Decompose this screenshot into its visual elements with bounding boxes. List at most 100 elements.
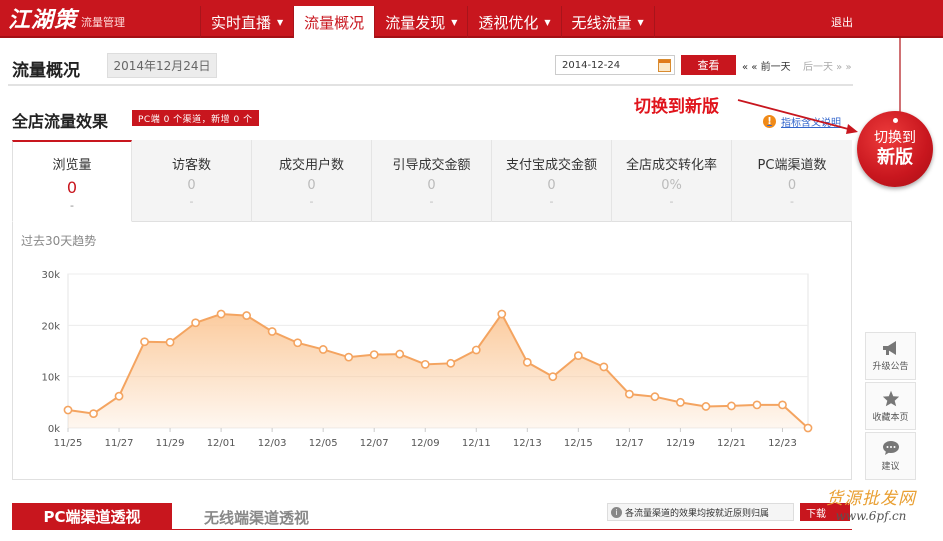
- nav-item-overview[interactable]: 流量概况: [294, 6, 376, 38]
- data-point: [803, 423, 813, 433]
- attribution-notice: i 各流量渠道的效果均按就近原则归属: [607, 503, 794, 521]
- data-point: [548, 372, 558, 382]
- logo-text: 江湖策: [8, 7, 78, 33]
- nav-item-discovery[interactable]: 流量发现 ▼: [375, 6, 469, 38]
- nav-item-realtime[interactable]: 实时直播 ▼: [200, 6, 295, 38]
- star-icon: [882, 390, 899, 406]
- data-point: [497, 309, 507, 319]
- x-tick-label: 11/29: [156, 438, 185, 449]
- tab-delta: -: [669, 195, 674, 208]
- nav-label: 流量发现: [385, 13, 446, 32]
- data-point: [752, 400, 762, 410]
- side-tools: 升级公告 收藏本页 建议: [865, 332, 916, 482]
- tab-pc-channel-view[interactable]: PC端渠道透视: [12, 503, 172, 529]
- data-point: [114, 391, 124, 401]
- tab-buyers[interactable]: 成交用户数 0 -: [252, 140, 372, 222]
- data-point: [573, 351, 583, 361]
- chevron-down-icon: ▼: [277, 17, 284, 27]
- data-point: [471, 345, 481, 355]
- tab-value: 0: [547, 178, 556, 193]
- tab-label: PC端渠道数: [757, 158, 827, 173]
- switch-version-callout: 切换到新版: [634, 97, 719, 117]
- tab-conversion-rate[interactable]: 全店成交转化率 0% -: [612, 140, 732, 222]
- tab-delta: -: [309, 195, 314, 208]
- data-point: [522, 357, 532, 367]
- top-nav-bar: 江湖策 流量管理 实时直播 ▼ 流量概况 流量发现 ▼ 透视优化 ▼ 无线流量 ▼ 退出: [0, 0, 943, 38]
- metric-help-label: 指标含义说明: [781, 118, 841, 129]
- comment-icon: [882, 441, 899, 455]
- x-tick-label: 12/09: [411, 438, 440, 449]
- tool-label: 升级公告: [872, 362, 909, 372]
- date-input-value: 2014-12-24: [562, 59, 621, 71]
- data-point: [650, 392, 660, 402]
- next-day-link[interactable]: 后一天 » »: [803, 58, 852, 73]
- x-tick-label: 12/13: [513, 438, 542, 449]
- calendar-icon[interactable]: [658, 59, 671, 72]
- x-tick-label: 12/11: [462, 438, 491, 449]
- tab-label: 引导成交金额: [392, 158, 471, 173]
- view-button[interactable]: 查看: [681, 55, 736, 75]
- logout-link[interactable]: 退出: [831, 14, 853, 30]
- nav-label: 无线流量: [571, 13, 632, 32]
- tab-delta: -: [790, 195, 794, 208]
- nav-label: 透视优化: [478, 13, 539, 32]
- nav-item-optimize[interactable]: 透视优化 ▼: [468, 6, 562, 38]
- tab-visitors[interactable]: 访客数 0 -: [132, 140, 252, 222]
- trend-chart: 0k 10k 20k 30k 11/25 11/27 11/29 12/01 12/03 12/0…: [41, 270, 813, 449]
- x-tick-label: 12/05: [309, 438, 338, 449]
- data-point: [165, 337, 175, 347]
- logo[interactable]: 江湖策 流量管理: [8, 4, 125, 34]
- tab-label: 浏览量: [52, 158, 92, 173]
- tool-label: 建议: [881, 462, 900, 472]
- nav-item-wireless[interactable]: 无线流量 ▼: [562, 6, 655, 38]
- y-tick-label: 10k: [41, 373, 60, 384]
- tab-delta: -: [189, 195, 194, 208]
- x-tick-label: 11/27: [105, 438, 134, 449]
- megaphone-icon: [882, 341, 896, 355]
- data-point: [191, 318, 200, 328]
- tab-wireless-channel-view[interactable]: 无线端渠道透视: [204, 507, 309, 528]
- nav-label: 流量概况: [304, 13, 365, 32]
- section-title: 全店流量效果: [12, 112, 109, 131]
- pin-dot: [893, 118, 898, 123]
- y-tick-label: 30k: [41, 270, 60, 281]
- x-tick-label: 12/23: [768, 438, 797, 449]
- x-tick-label: 12/07: [360, 438, 389, 449]
- x-tick-label: 12/01: [207, 438, 236, 449]
- x-tick-label: 11/25: [54, 438, 83, 449]
- watermark-line1: 货源批发网: [826, 489, 916, 509]
- tab-value: 0: [787, 178, 797, 193]
- channel-count-badge: PC端 0 个渠道，新增 0 个: [132, 110, 259, 126]
- data-point: [242, 311, 252, 320]
- date-input[interactable]: 2014-12-24: [555, 55, 675, 75]
- data-point: [727, 401, 736, 411]
- data-point: [63, 405, 73, 415]
- y-tick-label: 0k: [48, 424, 60, 435]
- switch-circle-line1: 切换到: [874, 130, 916, 146]
- bookmark-button[interactable]: 收藏本页: [865, 382, 916, 430]
- divider: [12, 529, 852, 530]
- tab-delta: -: [549, 195, 554, 208]
- tab-value: 0: [427, 178, 436, 193]
- metric-help-link[interactable]: ! 指标含义说明: [763, 114, 841, 129]
- data-point: [446, 358, 456, 368]
- tab-alipay-amount[interactable]: 支付宝成交金额 0 -: [492, 140, 612, 222]
- tab-label: 成交用户数: [278, 158, 344, 173]
- x-tick-label: 12/03: [258, 438, 287, 449]
- watermark-line2: www.6pf.cn: [835, 509, 907, 523]
- data-point: [267, 327, 277, 336]
- tab-pageviews[interactable]: 浏览量 0 -: [12, 140, 132, 222]
- tab-delta: -: [70, 199, 74, 212]
- announcement-button[interactable]: 升级公告: [865, 332, 916, 380]
- tab-guided-amount[interactable]: 引导成交金额 0 -: [372, 140, 492, 222]
- data-point: [420, 359, 430, 369]
- suggestion-button[interactable]: 建议: [865, 432, 916, 480]
- page-title: 流量概况: [12, 61, 80, 81]
- tab-pc-channels[interactable]: PC端渠道数 0 -: [732, 140, 852, 222]
- data-point: [778, 400, 787, 410]
- prev-day-link[interactable]: « « 前一天: [742, 58, 791, 73]
- nav-label: 实时直播: [211, 13, 272, 32]
- x-tick-label: 12/21: [717, 438, 746, 449]
- watermark: 货源批发网 www.6pf.cn: [826, 484, 916, 523]
- data-point: [318, 345, 328, 354]
